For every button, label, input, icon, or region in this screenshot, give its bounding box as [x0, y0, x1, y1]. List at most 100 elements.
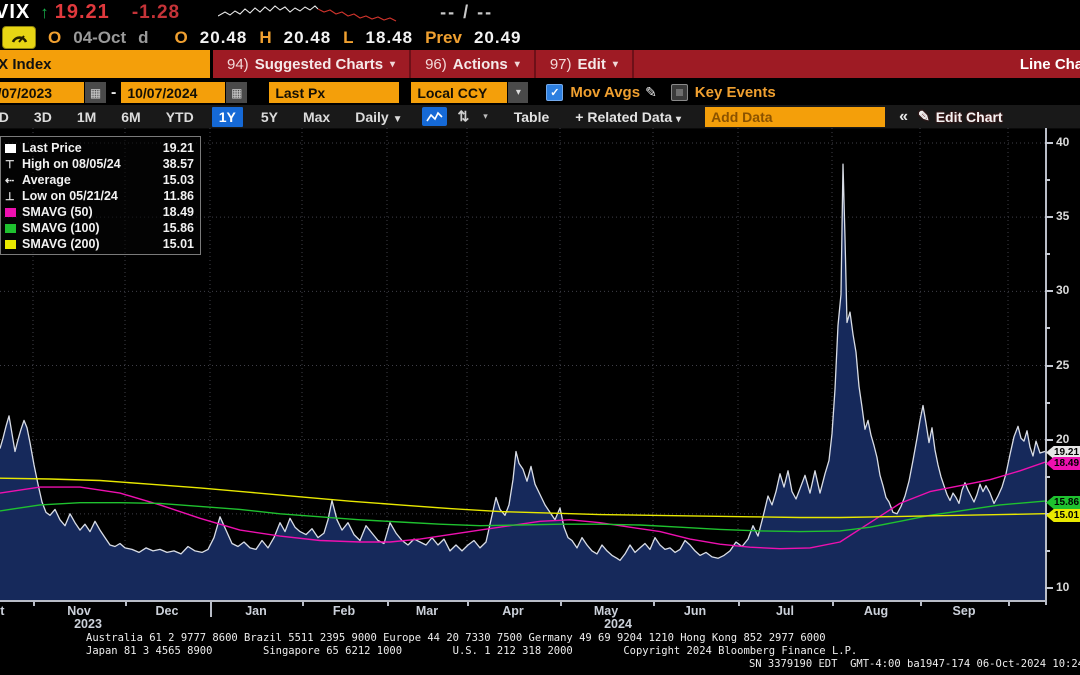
- mov-avgs-checkbox[interactable]: ✓: [546, 84, 563, 101]
- date-from-input[interactable]: 10/07/2023: [0, 82, 84, 103]
- period-max[interactable]: Max: [296, 107, 337, 127]
- magenta-swatch-icon: [5, 208, 22, 217]
- y-tick: [1045, 142, 1053, 144]
- year-label: 2024: [604, 617, 632, 631]
- y-tick-label: 10: [1056, 580, 1069, 594]
- prev-value: 20.49: [474, 28, 522, 48]
- month-label: Mar: [416, 604, 438, 618]
- add-data-input[interactable]: [705, 107, 885, 127]
- period-5y[interactable]: 5Y: [254, 107, 285, 127]
- period-1y[interactable]: 1Y: [212, 107, 243, 127]
- chevron-down-icon: ▾: [515, 59, 520, 70]
- pencil-icon: ✎: [918, 108, 930, 125]
- security-field[interactable]: VIX Index: [0, 50, 213, 78]
- chevron-down-icon[interactable]: ▾: [508, 82, 528, 103]
- y-tick-label: 40: [1056, 135, 1069, 149]
- open-label: O: [175, 28, 188, 48]
- x-tick: [653, 601, 655, 606]
- month-label: Jun: [684, 604, 706, 618]
- date-to-input[interactable]: 10/07/2024: [121, 82, 225, 103]
- yellow-swatch-icon: [5, 240, 22, 249]
- chart-controls: 10/07/2023 ▦ - 10/07/2024 ▦ Last Px Loca…: [0, 80, 1080, 105]
- green-swatch-icon: [5, 224, 22, 233]
- menu-edit[interactable]: 97) Edit ▾: [536, 50, 634, 78]
- legend-high[interactable]: ⊤ High on 08/05/24 38.57: [5, 156, 194, 172]
- x-tick: [560, 601, 562, 606]
- prev-label: Prev: [425, 28, 462, 48]
- line-chart-icon-button[interactable]: [422, 107, 447, 126]
- y-minor-tick: [1045, 476, 1050, 478]
- bid-ask-range: -- / --: [440, 2, 493, 23]
- y-tick-label: 20: [1056, 432, 1069, 446]
- open-tag: O: [48, 28, 61, 48]
- price-tag: 15.01: [1046, 509, 1080, 522]
- high-label: H: [259, 28, 271, 48]
- period-ytd[interactable]: YTD: [159, 107, 201, 127]
- table-button[interactable]: Table: [514, 109, 550, 125]
- month-label: Jul: [776, 604, 794, 618]
- x-tick: [125, 601, 127, 606]
- period-6m[interactable]: 6M: [114, 107, 147, 127]
- month-label: Sep: [953, 604, 976, 618]
- currency-select[interactable]: Local CCY: [411, 82, 507, 103]
- edit-pencil-icon[interactable]: ✎: [645, 84, 657, 101]
- terminal-footer: Australia 61 2 9777 8600 Brazil 5511 239…: [0, 632, 1080, 675]
- price-chart[interactable]: 10152025303540 Last Price 19.21 ⊤ High o…: [0, 128, 1080, 600]
- mov-avgs-label: Mov Avgs: [570, 84, 640, 101]
- month-label: May: [594, 604, 618, 618]
- month-label: Apr: [502, 604, 524, 618]
- legend-low[interactable]: ⊥ Low on 05/21/24 11.86: [5, 188, 194, 204]
- quote-date: 04-Oct: [73, 28, 126, 48]
- related-data-button[interactable]: + Related Data ▾: [575, 109, 681, 125]
- intraday-sparkline: [218, 1, 398, 24]
- legend-last-price[interactable]: Last Price 19.21: [5, 140, 194, 156]
- quote-row: VIX ↑ 19.21 -1.28 -- / --: [0, 0, 1080, 25]
- chevron-down-icon[interactable]: ▾: [483, 111, 488, 122]
- chevron-down-icon: ▾: [613, 59, 618, 70]
- x-tick: [387, 601, 389, 606]
- last-price: 19.21: [55, 1, 110, 24]
- legend-smavg100[interactable]: SMAVG (100) 15.86: [5, 220, 194, 236]
- y-minor-tick: [1045, 327, 1050, 329]
- compare-axes-icon[interactable]: ⇅: [457, 108, 469, 125]
- gauge-icon[interactable]: [2, 26, 36, 49]
- menu-suggested-charts[interactable]: 94) Suggested Charts ▾: [213, 50, 411, 78]
- calendar-icon[interactable]: ▦: [226, 82, 247, 103]
- low-label: L: [343, 28, 353, 48]
- legend-smavg50[interactable]: SMAVG (50) 18.49: [5, 204, 194, 220]
- chart-legend[interactable]: Last Price 19.21 ⊤ High on 08/05/24 38.5…: [0, 136, 201, 255]
- y-tick: [1045, 587, 1053, 589]
- white-swatch-icon: [5, 144, 22, 153]
- price-tag: 15.86: [1046, 496, 1080, 509]
- chevron-down-icon: ▼: [393, 114, 403, 125]
- y-minor-tick: [1045, 550, 1050, 552]
- x-tick: [738, 601, 740, 606]
- period-1m[interactable]: 1M: [70, 107, 103, 127]
- price-field-select[interactable]: Last Px: [269, 82, 399, 103]
- edit-chart-button[interactable]: ✎ Edit Chart: [918, 108, 1003, 125]
- frequency-select[interactable]: Daily ▼: [355, 109, 402, 125]
- y-tick: [1045, 439, 1053, 441]
- price-change: -1.28: [132, 2, 180, 24]
- month-label: Aug: [864, 604, 888, 618]
- period-1d[interactable]: 1D: [0, 107, 16, 127]
- month-label: Feb: [333, 604, 355, 618]
- month-label: Jan: [245, 604, 267, 618]
- high-value: 20.48: [284, 28, 332, 48]
- y-minor-tick: [1045, 402, 1050, 404]
- legend-average[interactable]: ⇠ Average 15.03: [5, 172, 194, 188]
- collapse-chevrons[interactable]: «: [899, 108, 908, 126]
- legend-smavg200[interactable]: SMAVG (200) 15.01: [5, 236, 194, 252]
- x-tick: [832, 601, 834, 606]
- open-value: 20.48: [200, 28, 248, 48]
- x-tick: [1008, 601, 1010, 606]
- y-minor-tick: [1045, 179, 1050, 181]
- period-3d[interactable]: 3D: [27, 107, 59, 127]
- low-value: 18.48: [366, 28, 414, 48]
- calendar-icon[interactable]: ▦: [85, 82, 106, 103]
- key-events-checkbox[interactable]: [671, 84, 688, 101]
- y-tick-label: 35: [1056, 209, 1069, 223]
- menu-actions[interactable]: 96) Actions ▾: [411, 50, 536, 78]
- bloomberg-terminal-window: VIX ↑ 19.21 -1.28 -- / -- O 04-Oct d O 2…: [0, 0, 1080, 675]
- y-tick-label: 25: [1056, 358, 1069, 372]
